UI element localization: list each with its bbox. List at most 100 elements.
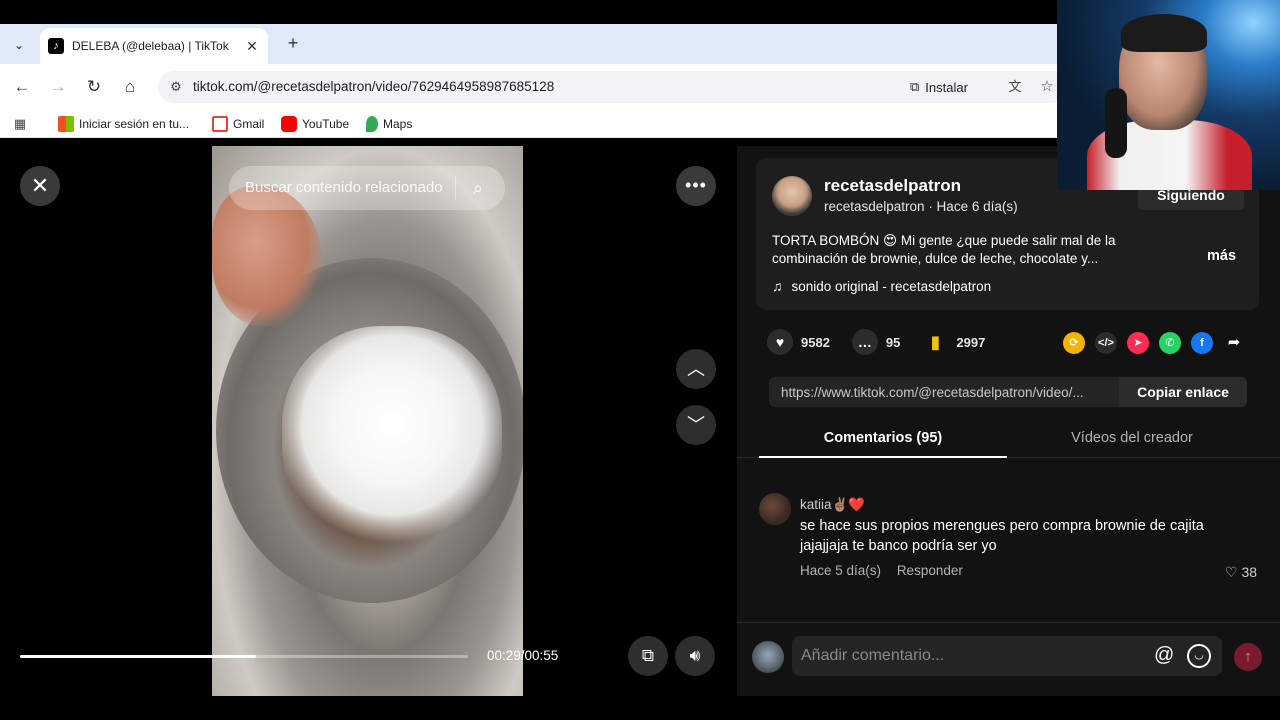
- comment-text: se hace sus propios merengues pero compr…: [800, 518, 1204, 554]
- new-tab-plus-icon[interactable]: +: [282, 32, 304, 54]
- bookmark-gmail[interactable]: Gmail: [212, 116, 264, 132]
- bookmark-label: YouTube: [302, 117, 350, 131]
- more-options-button[interactable]: •••: [676, 166, 716, 206]
- tab-comments[interactable]: Comentarios (95): [759, 418, 1007, 458]
- close-video-button[interactable]: ✕: [20, 166, 60, 206]
- volume-icon[interactable]: 🔊︎: [675, 636, 715, 676]
- action-row: ♥ 9582 … 95 ▮ 2997: [767, 329, 1007, 355]
- search-icon[interactable]: ⌕: [465, 175, 491, 201]
- like-count: 9582: [801, 334, 830, 350]
- forward-arrow-icon[interactable]: →: [46, 75, 70, 99]
- screen: ⌄ ♪ DELEBA (@delebaa) | TikTok ✕ + ← → ↻…: [0, 0, 1280, 720]
- sound-link[interactable]: ♫ sonido original - recetasdelpatron: [772, 278, 991, 294]
- copy-link-button[interactable]: Copiar enlace: [1119, 377, 1247, 407]
- video-area: ✕ Buscar contenido relacionado ⌕ ••• ︿ ﹀…: [0, 146, 737, 696]
- youtube-icon: [281, 116, 297, 132]
- address-url[interactable]: tiktok.com/@recetasdelpatron/video/76294…: [193, 79, 554, 94]
- home-icon[interactable]: ⌂: [118, 75, 142, 99]
- related-search-input[interactable]: Buscar contenido relacionado: [245, 179, 455, 196]
- sound-label: sonido original - recetasdelpatron: [791, 278, 992, 294]
- comment-count: 95: [885, 334, 901, 350]
- video-progress-bar[interactable]: [20, 655, 468, 658]
- back-arrow-icon[interactable]: ←: [10, 75, 34, 99]
- share-link-box: https://www.tiktok.com/@recetasdelpatron…: [769, 377, 1247, 407]
- post-comment-button[interactable]: ↑: [1234, 643, 1262, 671]
- microphone-icon: [1105, 88, 1127, 158]
- favorite-button[interactable]: ▮ 2997: [922, 329, 985, 355]
- video-progress-fill: [20, 655, 257, 658]
- tiktok-page: ✕ Buscar contenido relacionado ⌕ ••• ︿ ﹀…: [0, 146, 1280, 696]
- comment-like-button[interactable]: ♡ 38: [1225, 564, 1257, 581]
- related-search-bar[interactable]: Buscar contenido relacionado ⌕: [229, 166, 505, 210]
- panel-tabs: Comentarios (95) Vídeos del creador: [737, 418, 1280, 458]
- mention-icon[interactable]: @: [1154, 644, 1174, 667]
- install-icon: ⧉: [910, 79, 920, 94]
- bookmark-microsoft[interactable]: Iniciar sesión en tu...: [58, 116, 189, 132]
- floating-player-icon[interactable]: ⧉: [628, 636, 668, 676]
- details-panel: recetasdelpatron recetasdelpatron · Hace…: [737, 146, 1280, 696]
- facebook-icon[interactable]: f: [1191, 332, 1213, 354]
- bookmark-youtube[interactable]: YouTube: [281, 116, 349, 132]
- bookmark-label: Iniciar sesión en tu...: [79, 117, 190, 131]
- search-divider: [455, 176, 456, 200]
- whatsapp-icon[interactable]: ✆: [1159, 332, 1181, 354]
- previous-video-button[interactable]: ︿: [676, 349, 716, 389]
- maps-icon: [366, 116, 378, 132]
- author-subline: recetasdelpatron · Hace 6 día(s): [824, 199, 1018, 214]
- repost-icon[interactable]: ⟳: [1063, 332, 1085, 354]
- gmail-icon: [212, 116, 228, 132]
- video-time: 00:29/00:55: [487, 648, 559, 663]
- webcam-hair: [1121, 14, 1207, 52]
- video-player[interactable]: [212, 146, 523, 696]
- heart-outline-icon: ♡: [1225, 564, 1238, 580]
- post-description: TORTA BOMBÓN 😍 Mi gente ¿que puede salir…: [772, 233, 1116, 266]
- comment-placeholder: Añadir comentario...: [801, 647, 945, 664]
- reload-icon[interactable]: ↻: [82, 75, 106, 99]
- more-text-button[interactable]: más: [1207, 248, 1236, 264]
- comment-like-count: 38: [1241, 564, 1258, 580]
- tab-search-chevron-icon[interactable]: ⌄: [6, 33, 32, 57]
- next-video-button[interactable]: ﹀: [676, 405, 716, 445]
- microsoft-icon: [58, 116, 74, 132]
- comment-composer: Añadir comentario... @ ◡ ↑: [737, 622, 1280, 696]
- comment-input[interactable]: Añadir comentario... @ ◡: [792, 636, 1222, 676]
- comment-time: Hace 5 día(s): [800, 563, 882, 578]
- music-note-icon: ♫: [772, 278, 783, 294]
- tab-close-icon[interactable]: ✕: [244, 38, 260, 55]
- webcam-overlay: [1057, 0, 1280, 190]
- current-user-avatar: [752, 641, 784, 673]
- emoji-icon[interactable]: ◡: [1187, 644, 1211, 668]
- browser-tab-active[interactable]: ♪ DELEBA (@delebaa) | TikTok ✕: [40, 28, 268, 64]
- send-icon[interactable]: ➤: [1127, 332, 1149, 354]
- tiktok-favicon-icon: ♪: [48, 38, 64, 54]
- comment-button[interactable]: … 95: [851, 329, 901, 355]
- reply-button[interactable]: Responder: [897, 563, 963, 578]
- comment-bubble-icon: …: [851, 329, 878, 355]
- share-link-url[interactable]: https://www.tiktok.com/@recetasdelpatron…: [781, 385, 1116, 400]
- commenter-avatar[interactable]: [759, 493, 791, 525]
- like-button[interactable]: ♥ 9582: [767, 329, 830, 355]
- share-row: ⟳ </> ➤ ✆ f ➦: [1063, 331, 1255, 355]
- install-label: Instalar: [925, 79, 968, 95]
- bookmark-icon: ▮: [930, 332, 941, 352]
- comment-meta: Hace 5 día(s) Responder: [800, 563, 975, 578]
- bottom-letterbox: [0, 696, 1280, 720]
- bookmark-label: Gmail: [233, 117, 265, 131]
- save-count: 2997: [956, 334, 986, 350]
- apps-grid-icon[interactable]: ▦: [12, 116, 28, 132]
- author-name[interactable]: recetasdelpatron: [824, 176, 961, 196]
- video-frame-meringue: [282, 326, 502, 546]
- embed-icon[interactable]: </>: [1095, 332, 1117, 354]
- bookmark-label: Maps: [383, 117, 413, 131]
- site-info-icon[interactable]: ⚙: [166, 77, 186, 97]
- bookmark-maps[interactable]: Maps: [366, 116, 412, 132]
- bookmark-star-icon[interactable]: ☆: [1036, 76, 1058, 98]
- share-arrow-icon[interactable]: ➦: [1223, 332, 1245, 354]
- install-app-button[interactable]: ⧉ Instalar: [910, 76, 968, 98]
- commenter-name[interactable]: katiia✌🏽❤️: [800, 497, 865, 513]
- address-bar[interactable]: ⚙ tiktok.com/@recetasdelpatron/video/762…: [158, 71, 1068, 103]
- author-avatar[interactable]: [772, 176, 812, 216]
- translate-icon[interactable]: 文: [1004, 76, 1026, 98]
- tab-creator-videos[interactable]: Vídeos del creador: [1007, 418, 1257, 458]
- heart-icon: ♥: [767, 329, 793, 355]
